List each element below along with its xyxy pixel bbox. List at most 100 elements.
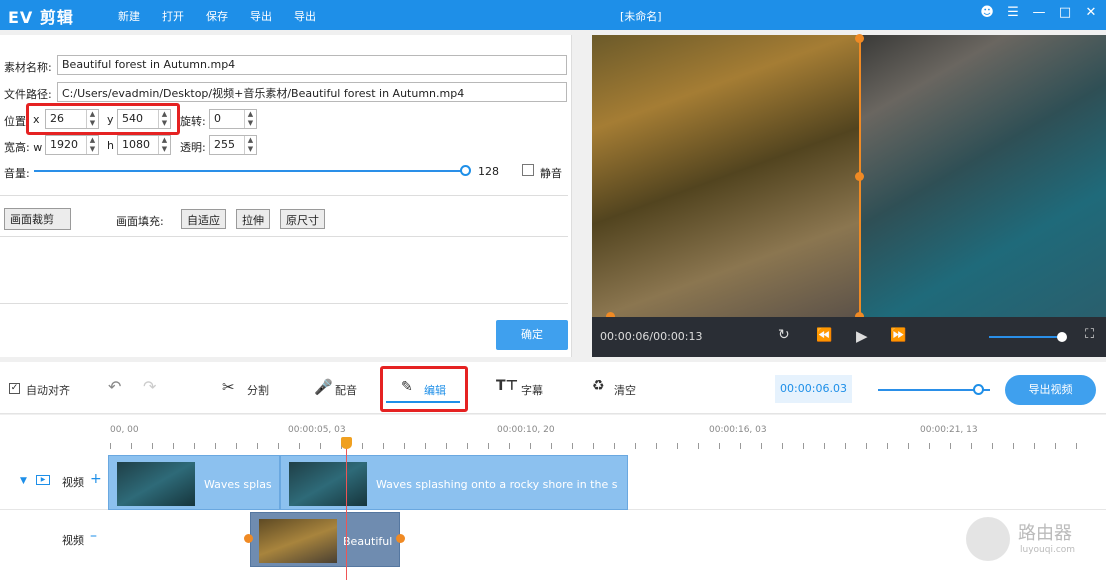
resize-handle[interactable]	[855, 172, 864, 181]
path-field[interactable]: C:/Users/evadmin/Desktop/视频+音乐素材/Beautif…	[57, 82, 567, 102]
properties-panel: 素材名称: Beautiful forest in Autumn.mp4 文件路…	[0, 35, 572, 357]
scissors-icon[interactable]: ✂	[222, 378, 235, 396]
ruler-tick	[614, 443, 615, 449]
main-menu: 新建 打开 保存 导出 导出	[118, 8, 316, 24]
name-label: 素材名称:	[4, 61, 52, 74]
broom-icon[interactable]: ♻	[592, 378, 605, 394]
menu-new[interactable]: 新建	[118, 8, 140, 24]
ruler-tick	[530, 443, 531, 449]
clip-trim-handle[interactable]	[244, 534, 253, 543]
maximize-icon[interactable]: □	[1058, 5, 1072, 20]
track2-label: 视频	[62, 534, 84, 547]
export-video-button[interactable]: 导出视频	[1005, 375, 1096, 405]
w-stepper-icon[interactable]: ▲ ▼	[86, 136, 98, 154]
ruler-tick	[803, 443, 804, 449]
rewind-icon[interactable]: ⏪	[816, 328, 832, 343]
overlay-clip[interactable]: Beautiful	[250, 512, 400, 567]
tick-label: 00:00:21, 13	[920, 425, 978, 435]
fill-label: 画面填充:	[116, 215, 164, 228]
split-button[interactable]: 分割	[247, 382, 269, 398]
h-label: h	[107, 139, 114, 152]
remove-track-icon[interactable]: –	[90, 528, 97, 544]
ruler-tick	[572, 443, 573, 449]
crop-button[interactable]: 画面裁剪	[4, 208, 71, 230]
clip-trim-handle[interactable]	[396, 534, 405, 543]
ruler-tick	[929, 443, 930, 449]
player-volume-slider[interactable]	[989, 336, 1064, 338]
ruler-tick	[257, 443, 258, 449]
h-input[interactable]: 1080 ▲ ▼	[117, 135, 171, 155]
ruler-tick	[761, 443, 762, 449]
collapse-icon[interactable]: ▼	[20, 476, 27, 486]
ruler-tick	[635, 443, 636, 449]
playhead-handle[interactable]	[341, 437, 352, 449]
opacity-value: 255	[214, 138, 235, 151]
h-stepper-icon[interactable]: ▲ ▼	[158, 136, 170, 154]
menu-open[interactable]: 打开	[162, 8, 184, 24]
ruler-tick	[593, 443, 594, 449]
video-clip[interactable]: Waves splas Waves splashing onto a rocky…	[108, 455, 628, 510]
fill-adaptive-button[interactable]: 自适应	[181, 209, 226, 229]
undo-icon[interactable]: ↶	[108, 377, 121, 396]
ruler-tick	[1034, 443, 1035, 449]
subtitle-button[interactable]: 字幕	[521, 382, 543, 398]
position-highlight	[26, 103, 180, 135]
timeline-ruler[interactable]: 00, 00 00:00:05, 03 00:00:10, 20 00:00:1…	[0, 415, 1106, 453]
playhead-line	[346, 442, 347, 580]
add-track-icon[interactable]: +	[90, 471, 102, 487]
fullscreen-icon[interactable]: ⛶	[1085, 327, 1094, 342]
clip-label: Waves splashing onto a rocky shore in th…	[376, 478, 618, 491]
rotate-stepper-icon[interactable]: ▲ ▼	[244, 110, 256, 128]
resize-handle[interactable]	[855, 34, 864, 43]
rotate-input[interactable]: 0 ▲ ▼	[209, 109, 257, 129]
auto-align-checkbox[interactable]: ✓	[9, 383, 20, 394]
clip-thumbnail	[259, 519, 337, 563]
menu-export-2[interactable]: 导出	[294, 8, 316, 24]
redo-icon[interactable]: ↷	[143, 377, 156, 396]
microphone-icon[interactable]: 🎤	[314, 378, 333, 396]
rotate-value: 0	[214, 112, 221, 125]
player-volume-knob[interactable]	[1056, 332, 1067, 342]
skin-icon[interactable]: ☰	[1006, 5, 1020, 20]
confirm-button[interactable]: 确定	[496, 320, 568, 350]
replay-icon[interactable]: ↻	[778, 327, 790, 343]
zoom-slider-knob[interactable]	[973, 384, 985, 395]
ruler-tick	[110, 443, 111, 449]
play-icon[interactable]: ▶	[856, 327, 868, 345]
menu-export[interactable]: 导出	[250, 8, 272, 24]
opacity-input[interactable]: 255 ▲ ▼	[209, 135, 257, 155]
window-title: [未命名]	[620, 10, 662, 23]
edit-highlight	[380, 366, 468, 412]
video-preview: 00:00:06/00:00:13 ↻ ⏪ ▶ ⏩ ⛶	[592, 34, 1106, 357]
ruler-tick	[362, 443, 363, 449]
w-input[interactable]: 1920 ▲ ▼	[45, 135, 99, 155]
timeline-tracks: ▼ ▶ 视频 + Waves splas Waves splashing ont…	[0, 453, 1106, 580]
player-time: 00:00:06/00:00:13	[600, 330, 703, 343]
minimize-icon[interactable]: —	[1032, 5, 1046, 20]
mute-label: 静音	[540, 167, 562, 180]
ruler-tick	[425, 443, 426, 449]
close-icon[interactable]: ✕	[1084, 5, 1098, 20]
opacity-stepper-icon[interactable]: ▲ ▼	[244, 136, 256, 154]
watermark-name: 路由器	[1018, 523, 1072, 544]
volume-slider-knob[interactable]	[460, 165, 471, 176]
user-icon[interactable]: ☻	[980, 5, 994, 20]
menu-save[interactable]: 保存	[206, 8, 228, 24]
fast-forward-icon[interactable]: ⏩	[890, 328, 906, 343]
watermark-url: luyouqi.com	[1020, 545, 1076, 555]
clear-button[interactable]: 清空	[614, 382, 636, 398]
app-logo: EV 剪辑	[8, 8, 74, 27]
dub-button[interactable]: 配音	[335, 382, 357, 398]
ruler-tick	[404, 443, 405, 449]
timecode-display[interactable]: 00:00:06.03	[775, 375, 852, 403]
window-controls: ☻ ☰ — □ ✕	[980, 5, 1098, 20]
fill-stretch-button[interactable]: 拉伸	[236, 209, 270, 229]
text-icon[interactable]: T⊤	[496, 378, 518, 394]
name-field[interactable]: Beautiful forest in Autumn.mp4	[57, 55, 567, 75]
mute-checkbox[interactable]	[522, 164, 534, 176]
volume-slider[interactable]	[34, 170, 466, 172]
tick-label: 00:00:05, 03	[288, 425, 346, 435]
fill-original-button[interactable]: 原尺寸	[280, 209, 325, 229]
ruler-tick	[236, 443, 237, 449]
ruler-tick	[887, 443, 888, 449]
